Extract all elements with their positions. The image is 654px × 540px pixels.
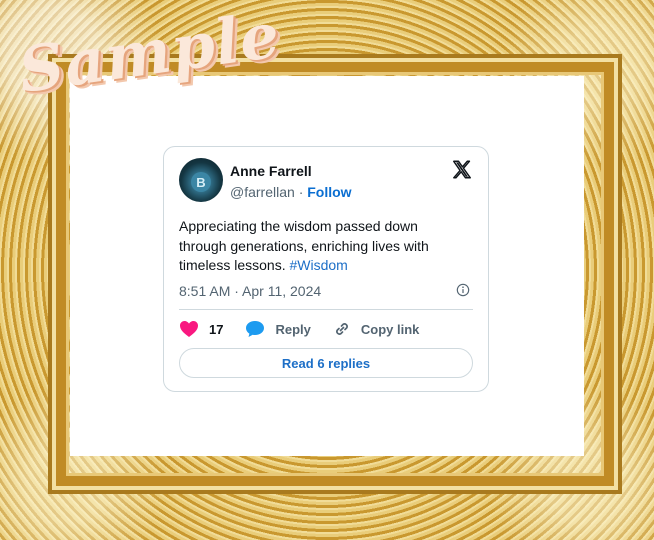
handle-row: @farrellan · Follow xyxy=(230,184,352,200)
tweet-card: B Anne Farrell @farrellan · Follow Appre… xyxy=(163,146,489,392)
hashtag-link[interactable]: #Wisdom xyxy=(289,257,347,273)
speech-bubble-icon xyxy=(246,321,265,337)
author-name[interactable]: Anne Farrell xyxy=(230,163,312,179)
x-logo-icon[interactable] xyxy=(451,159,473,181)
copy-link-button[interactable]: Copy link xyxy=(333,320,420,338)
tweet-actions: 17 Reply Copy link xyxy=(179,319,441,339)
tweet-timestamp[interactable]: 8:51 AM · Apr 11, 2024 xyxy=(179,283,321,299)
info-icon[interactable] xyxy=(456,283,470,297)
reply-button[interactable]: Reply xyxy=(245,320,311,338)
divider xyxy=(179,309,473,310)
author-handle[interactable]: @farrellan xyxy=(230,184,295,200)
separator: · xyxy=(298,184,304,200)
like-count: 17 xyxy=(209,321,224,337)
read-replies-button[interactable]: Read 6 replies xyxy=(179,348,473,378)
coin-icon: B xyxy=(191,172,211,192)
copy-link-label: Copy link xyxy=(360,321,420,337)
follow-button[interactable]: Follow xyxy=(307,184,351,200)
like-button[interactable]: 17 xyxy=(179,320,223,338)
tweet-text: Appreciating the wisdom passed down thro… xyxy=(179,217,469,276)
reply-label: Reply xyxy=(275,321,311,337)
avatar[interactable]: B xyxy=(179,158,223,202)
link-icon xyxy=(335,323,348,335)
heart-icon xyxy=(180,321,198,337)
